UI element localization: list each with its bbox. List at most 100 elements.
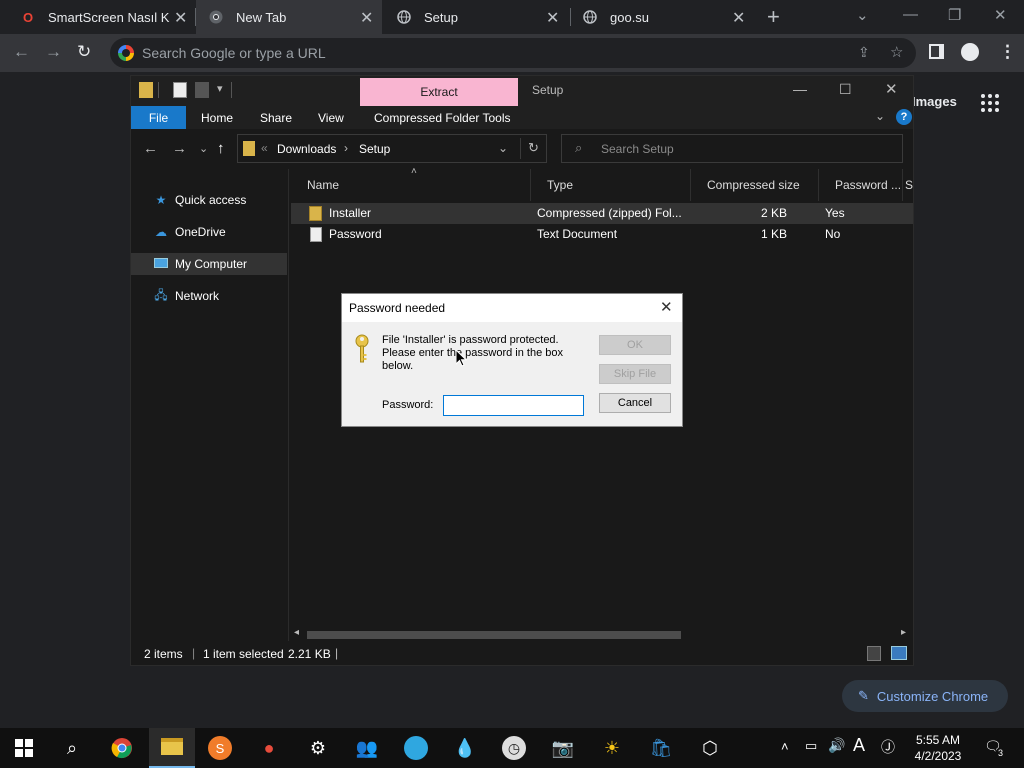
- reload-icon[interactable]: ↻: [77, 42, 91, 62]
- forward-arrow-icon[interactable]: →: [172, 140, 187, 157]
- ntp-images-link[interactable]: Images: [912, 94, 957, 109]
- breadcrumb-overflow-icon[interactable]: «: [261, 141, 268, 155]
- file-explorer-taskbar-button[interactable]: [149, 728, 195, 768]
- close-window-icon[interactable]: ✕: [885, 80, 898, 98]
- pen-workspace-icon[interactable]: Ⓙ: [881, 737, 895, 757]
- up-arrow-icon[interactable]: ↑: [217, 140, 225, 157]
- tab-new-tab[interactable]: New Tab ✕: [196, 0, 382, 34]
- column-header-name[interactable]: Name: [291, 169, 531, 201]
- store-icon[interactable]: 🛍: [649, 736, 673, 760]
- tab-smartscreen[interactable]: O SmartScreen Nasıl Kapa ✕: [0, 0, 195, 34]
- forward-arrow-icon[interactable]: →: [45, 42, 62, 62]
- settings-gear-icon[interactable]: ⚙: [306, 736, 330, 760]
- volume-icon[interactable]: 🔊: [828, 737, 845, 754]
- nav-item-quick-access[interactable]: ★ Quick access: [131, 189, 287, 211]
- help-icon[interactable]: ?: [896, 109, 912, 125]
- close-tab-icon[interactable]: ✕: [732, 8, 745, 28]
- nav-item-onedrive[interactable]: ☁ OneDrive: [131, 221, 287, 243]
- skip-file-button[interactable]: Skip File: [599, 364, 671, 384]
- search-icon[interactable]: ⌕: [60, 736, 84, 760]
- back-arrow-icon[interactable]: ←: [13, 42, 30, 62]
- close-icon[interactable]: ✕: [660, 298, 673, 316]
- ribbon-expand-chevron-icon[interactable]: ⌄: [875, 109, 885, 123]
- bulb-icon[interactable]: [404, 736, 428, 760]
- side-panel-icon[interactable]: [929, 44, 944, 59]
- scrollbar-thumb[interactable]: [307, 631, 681, 639]
- password-input[interactable]: [443, 395, 584, 416]
- scroll-right-icon[interactable]: ▸: [901, 627, 906, 638]
- bookmark-star-icon[interactable]: ☆: [890, 43, 903, 61]
- address-dropdown-icon[interactable]: ⌄: [498, 141, 508, 155]
- chrome-taskbar-icon[interactable]: [110, 736, 134, 760]
- nav-item-my-computer[interactable]: My Computer: [131, 253, 287, 275]
- breadcrumb-downloads[interactable]: Downloads: [277, 142, 336, 156]
- table-row[interactable]: Installer Compressed (zipped) Fol... 2 K…: [291, 203, 913, 224]
- tray-chevron-icon[interactable]: ˄: [781, 739, 789, 754]
- close-tab-icon[interactable]: ✕: [546, 8, 559, 28]
- ok-button[interactable]: OK: [599, 335, 671, 355]
- search-input[interactable]: ⌕ Search Setup: [561, 134, 903, 163]
- horizontal-scrollbar[interactable]: ◂ ▸: [291, 627, 913, 641]
- tab-share[interactable]: Share: [248, 106, 304, 129]
- new-tab-plus-icon[interactable]: +: [767, 4, 780, 30]
- profile-avatar-icon[interactable]: [961, 43, 979, 61]
- new-folder-icon[interactable]: [195, 82, 209, 98]
- column-header-type[interactable]: Type: [531, 169, 691, 201]
- qat-dropdown-icon[interactable]: ▾: [217, 82, 223, 95]
- scroll-left-icon[interactable]: ◂: [294, 627, 299, 638]
- extract-context-tab[interactable]: Extract: [360, 78, 518, 106]
- status-selected: 1 item selected: [203, 647, 284, 661]
- folder-icon: [161, 738, 183, 755]
- breadcrumb-separator-icon: ›: [344, 141, 348, 155]
- sublime-icon[interactable]: S: [208, 736, 232, 760]
- network-tray-icon[interactable]: ▭: [805, 738, 817, 754]
- details-view-icon[interactable]: [867, 646, 881, 661]
- weather-icon[interactable]: ☀: [600, 736, 624, 760]
- cancel-button[interactable]: Cancel: [599, 393, 671, 413]
- chrome-menu-icon[interactable]: ⋮: [999, 42, 1016, 62]
- share-icon[interactable]: ⇪: [858, 44, 870, 61]
- refresh-icon[interactable]: ↻: [528, 140, 539, 156]
- taskbar: ⌕ S ● ⚙ 👥 💧 ◷ 📷 ☀ 🛍 ⬡ ˄ ▭ 🔊 A Ⓙ 5:55 AM …: [0, 728, 1024, 768]
- column-header-size[interactable]: Si: [903, 169, 913, 201]
- breadcrumb-setup[interactable]: Setup: [359, 142, 390, 156]
- table-row[interactable]: Password Text Document 1 KB No: [291, 224, 913, 245]
- people-icon[interactable]: 👥: [355, 736, 379, 760]
- tab-file[interactable]: File: [131, 106, 186, 129]
- nav-item-network[interactable]: 🖧 Network: [131, 285, 287, 307]
- tab-view[interactable]: View: [306, 106, 356, 129]
- column-header-compressed-size[interactable]: Compressed size: [691, 169, 819, 201]
- minimize-icon[interactable]: —: [903, 6, 918, 23]
- restore-icon[interactable]: ❐: [948, 6, 961, 24]
- tab-compressed-folder-tools[interactable]: Compressed Folder Tools: [362, 106, 523, 129]
- maximize-icon[interactable]: ☐: [839, 81, 852, 98]
- google-apps-icon[interactable]: [981, 94, 999, 112]
- windows-start-icon[interactable]: [12, 736, 36, 760]
- tab-goo-su[interactable]: goo.su ✕: [570, 0, 756, 34]
- close-tab-icon[interactable]: ✕: [174, 8, 187, 28]
- back-arrow-icon[interactable]: ←: [143, 140, 158, 157]
- dialog-message: File 'Installer' is password protected. …: [382, 334, 564, 372]
- clock-app-icon[interactable]: ◷: [502, 736, 526, 760]
- close-tab-icon[interactable]: ✕: [360, 8, 373, 28]
- omnibox[interactable]: Search Google or type a URL ⇪ ☆: [110, 38, 916, 68]
- zip-folder-icon: [309, 206, 322, 221]
- tab-search-chevron-icon[interactable]: ⌄: [856, 6, 869, 24]
- large-icons-view-icon[interactable]: [891, 646, 907, 660]
- 3d-box-icon[interactable]: ⬡: [698, 736, 722, 760]
- tab-setup[interactable]: Setup ✕: [382, 0, 570, 34]
- recent-locations-chevron-icon[interactable]: ⌄: [199, 142, 208, 155]
- input-language-icon[interactable]: A: [853, 735, 865, 756]
- close-window-icon[interactable]: ✕: [994, 6, 1007, 24]
- camera-icon[interactable]: 📷: [551, 736, 575, 760]
- tab-title: goo.su: [610, 9, 650, 25]
- map-pin-icon[interactable]: ●: [257, 736, 281, 760]
- address-bar[interactable]: « Downloads › Setup ⌄ ↻: [237, 134, 547, 163]
- paint-drop-icon[interactable]: 💧: [453, 736, 477, 760]
- minimize-icon[interactable]: —: [793, 81, 807, 97]
- tab-home[interactable]: Home: [189, 106, 245, 129]
- properties-icon[interactable]: [173, 82, 187, 98]
- customize-chrome-button[interactable]: ✎ Customize Chrome: [842, 680, 1008, 712]
- column-header-password[interactable]: Password ...: [819, 169, 903, 201]
- system-clock[interactable]: 5:55 AM 4/2/2023: [904, 732, 972, 764]
